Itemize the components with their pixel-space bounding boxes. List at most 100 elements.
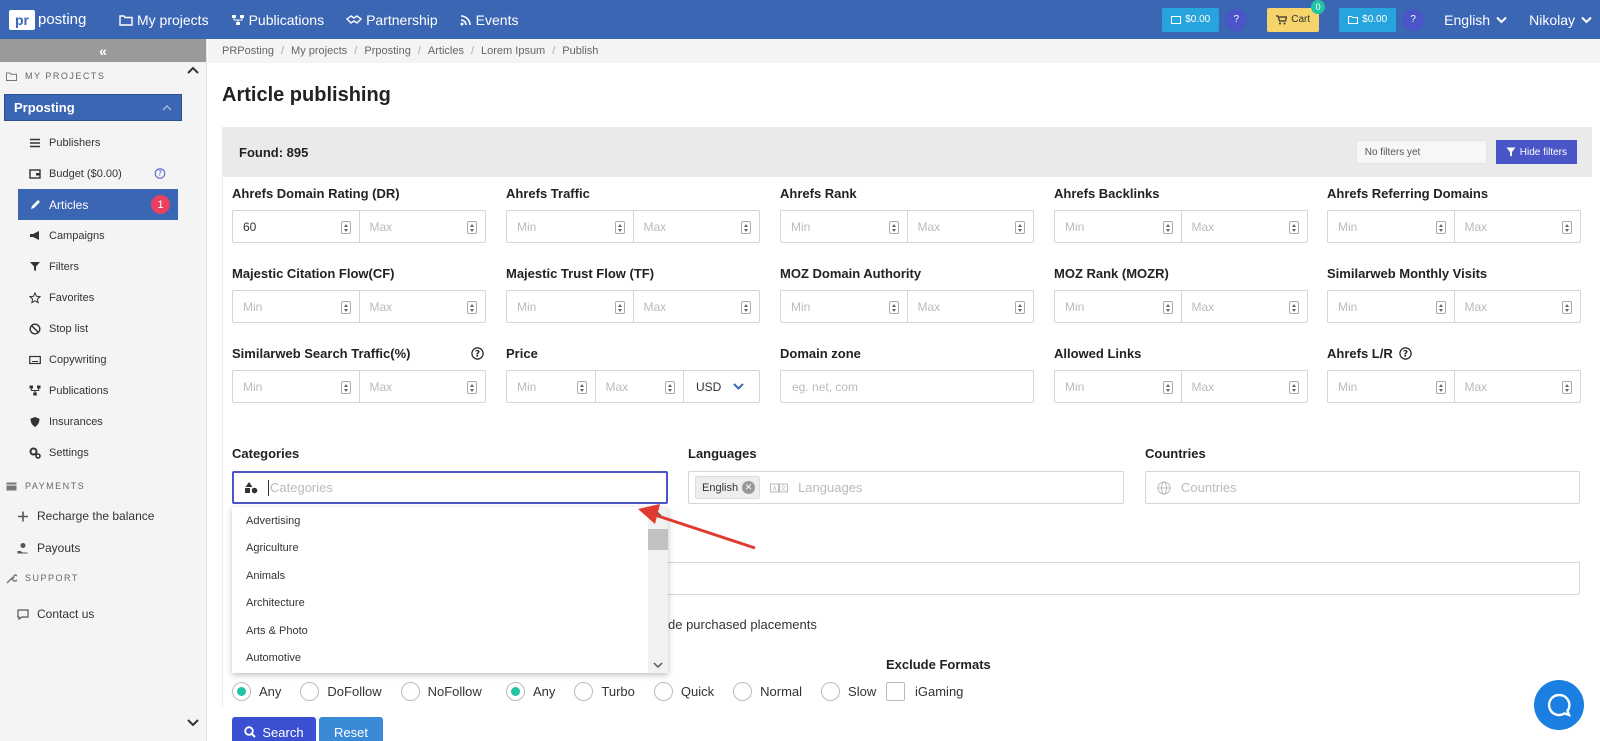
remove-chip-icon[interactable]: ✕	[742, 481, 756, 494]
logo[interactable]: pr posting	[9, 9, 109, 30]
lr-min-input[interactable]: Min	[1328, 371, 1454, 402]
reset-button[interactable]: Reset	[319, 717, 383, 741]
rank-min-input[interactable]: Min	[781, 211, 907, 242]
sidebar-item-contact[interactable]: Contact us	[0, 598, 200, 630]
category-option[interactable]: Architecture	[232, 590, 668, 618]
dr-min-input[interactable]: 60	[233, 211, 359, 242]
spinner-icon[interactable]	[1162, 221, 1173, 234]
spinner-icon[interactable]	[1562, 381, 1572, 394]
sidebar-item-settings[interactable]: Settings	[18, 437, 178, 468]
breadcrumb-item[interactable]: My projects	[291, 45, 347, 57]
user-menu[interactable]: Nikolay	[1529, 12, 1592, 28]
cf-min-input[interactable]: Min	[233, 291, 359, 322]
help-icon[interactable]: ?	[1402, 8, 1425, 31]
sidebar-item-insurances[interactable]: Insurances	[18, 406, 178, 437]
mozr-min-input[interactable]: Min	[1055, 291, 1181, 322]
spinner-icon[interactable]	[1289, 381, 1299, 394]
spinner-icon[interactable]	[888, 221, 899, 234]
backlinks-max-input[interactable]: Max	[1180, 211, 1308, 242]
traffic-min-input[interactable]: Min	[507, 211, 633, 242]
breadcrumb-item[interactable]: Articles	[428, 45, 464, 57]
countries-input[interactable]: Countries	[1145, 471, 1580, 504]
sidebar-collapse-button[interactable]: «	[0, 39, 206, 62]
spinner-icon[interactable]	[614, 221, 625, 234]
refdomains-min-input[interactable]: Min	[1328, 211, 1454, 242]
spinner-icon[interactable]	[614, 301, 625, 314]
sidebar-item-copywriting[interactable]: Copywriting	[18, 344, 178, 375]
project-selector[interactable]: Prposting	[4, 94, 182, 121]
spinner-icon[interactable]	[1562, 221, 1572, 234]
tf-min-input[interactable]: Min	[507, 291, 633, 322]
nav-partnership[interactable]: Partnership	[346, 12, 438, 28]
sidebar-item-recharge[interactable]: Recharge the balance	[0, 500, 200, 532]
chevron-down-icon[interactable]	[653, 662, 663, 668]
sw-search-max-input[interactable]: Max	[358, 371, 486, 402]
sidebar-item-filters[interactable]: Filters	[18, 251, 178, 282]
question-icon[interactable]: ?	[471, 346, 484, 360]
spinner-icon[interactable]	[665, 381, 675, 394]
question-icon[interactable]: ?	[154, 168, 166, 179]
traffic-max-input[interactable]: Max	[632, 211, 760, 242]
backlinks-min-input[interactable]: Min	[1055, 211, 1181, 242]
lr-max-input[interactable]: Max	[1453, 371, 1581, 402]
radio-any-speed[interactable]	[506, 682, 525, 701]
radio-nofollow[interactable]	[400, 682, 420, 701]
languages-input[interactable]: English ✕ A文 Languages	[688, 471, 1124, 504]
moz-da-max-input[interactable]: Max	[906, 291, 1034, 322]
tf-max-input[interactable]: Max	[632, 291, 760, 322]
igaming-checkbox[interactable]	[886, 682, 905, 701]
spinner-icon[interactable]	[1015, 301, 1025, 314]
spinner-icon[interactable]	[1162, 301, 1173, 314]
category-option[interactable]: Automotive	[232, 645, 668, 673]
currency-select[interactable]: USD	[683, 371, 759, 402]
chevron-up-icon[interactable]	[653, 512, 663, 518]
radio-turbo[interactable]	[574, 682, 594, 701]
spinner-icon[interactable]	[340, 221, 351, 234]
sw-search-min-input[interactable]: Min	[233, 371, 359, 402]
sidebar-item-articles[interactable]: Articles 1	[18, 189, 178, 220]
hide-filters-button[interactable]: Hide filters	[1495, 140, 1577, 164]
dr-max-input[interactable]: Max	[358, 211, 486, 242]
refdomains-max-input[interactable]: Max	[1453, 211, 1581, 242]
spinner-icon[interactable]	[467, 221, 477, 234]
covered-text-input[interactable]	[660, 562, 1580, 595]
mozr-max-input[interactable]: Max	[1180, 291, 1308, 322]
balance-button[interactable]: $0.00	[1162, 7, 1220, 32]
sidebar-item-favorites[interactable]: Favorites	[18, 282, 178, 313]
spinner-icon[interactable]	[1435, 381, 1446, 394]
sidebar-item-payouts[interactable]: Payouts	[0, 532, 200, 564]
spinner-icon[interactable]	[576, 381, 587, 394]
spinner-icon[interactable]	[1435, 221, 1446, 234]
sidebar-item-campaigns[interactable]: Campaigns	[18, 220, 178, 251]
category-option[interactable]: Animals	[232, 562, 668, 590]
question-icon[interactable]: ?	[1399, 346, 1412, 360]
domain-zone-input[interactable]: eg. net, com	[780, 370, 1034, 403]
spinner-icon[interactable]	[340, 301, 351, 314]
spinner-icon[interactable]	[1562, 301, 1572, 314]
cf-max-input[interactable]: Max	[358, 291, 486, 322]
radio-slow[interactable]	[821, 682, 841, 701]
links-min-input[interactable]: Min	[1055, 371, 1181, 402]
radio-dofollow[interactable]	[300, 682, 320, 701]
category-option[interactable]: Advertising	[232, 507, 668, 535]
spinner-icon[interactable]	[340, 381, 351, 394]
categories-input[interactable]: Categories	[232, 471, 668, 504]
breadcrumb-item[interactable]: Prposting	[364, 45, 410, 57]
radio-normal[interactable]	[733, 682, 753, 701]
sidebar-item-publishers[interactable]: Publishers	[18, 127, 178, 158]
sw-visits-max-input[interactable]: Max	[1453, 291, 1581, 322]
breadcrumb-item[interactable]: PRPosting	[222, 45, 274, 57]
chevron-down-icon[interactable]	[187, 719, 199, 727]
nav-publications[interactable]: Publications	[231, 12, 324, 28]
category-option[interactable]: Agriculture	[232, 535, 668, 563]
cart-button[interactable]: Cart 0	[1267, 0, 1326, 32]
price-max-input[interactable]: Max	[594, 371, 684, 402]
spinner-icon[interactable]	[1289, 221, 1299, 234]
radio-any-link[interactable]	[232, 682, 251, 701]
sw-visits-min-input[interactable]: Min	[1328, 291, 1454, 322]
live-chat-button[interactable]	[1534, 680, 1584, 730]
language-select[interactable]: English	[1444, 12, 1507, 28]
spinner-icon[interactable]	[741, 221, 751, 234]
sidebar-item-stop-list[interactable]: Stop list	[18, 313, 178, 344]
price-min-input[interactable]: Min	[507, 371, 595, 402]
